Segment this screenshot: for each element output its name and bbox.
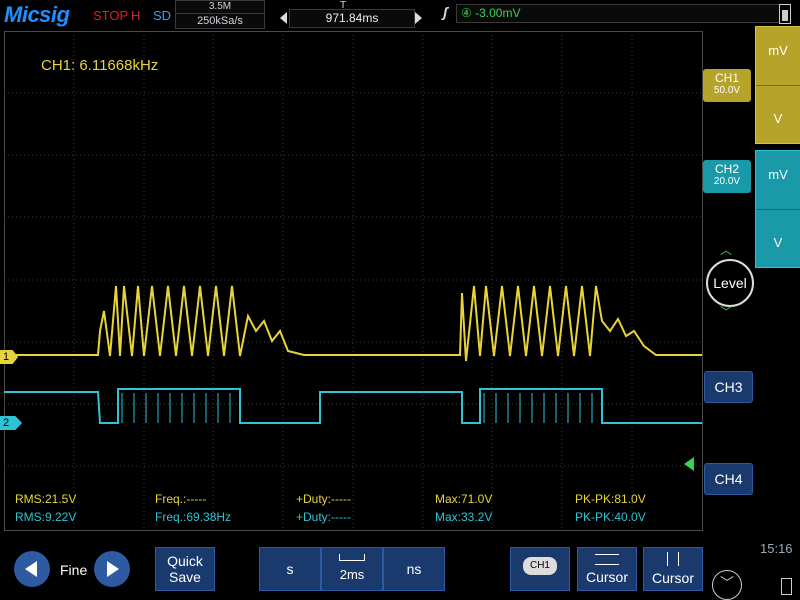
level-down-icon[interactable]: ﹀: [720, 303, 732, 320]
time-right-arrow-icon[interactable]: [415, 12, 422, 24]
ch1-unit-v[interactable]: V: [756, 111, 800, 126]
menu-expand-icon[interactable]: ﹀: [712, 570, 742, 600]
ch1-max: Max:71.0V: [435, 492, 493, 506]
cursor-vertical-button[interactable]: Cursor: [643, 547, 703, 591]
ch2-scale-control[interactable]: mV V: [755, 150, 800, 268]
ch4-button[interactable]: CH4: [704, 463, 753, 495]
cursor-v-label: Cursor: [651, 570, 694, 586]
ch1-scale-control[interactable]: mV V: [755, 26, 800, 144]
ch1-chip: CH1: [523, 557, 557, 575]
ch2-rms: RMS:9.22V: [15, 510, 77, 524]
fine-right-button[interactable]: [94, 551, 130, 587]
h-flag: H: [131, 8, 141, 23]
triangle-left-icon: [25, 561, 37, 577]
vertical-cursor-icon: [667, 552, 679, 566]
ch2-freq: Freq.:69.38Hz: [155, 510, 232, 524]
ch2-unit-v[interactable]: V: [756, 235, 800, 250]
ch2-button[interactable]: CH2 20.0V: [703, 160, 751, 193]
trigger-channel: ④: [461, 6, 472, 20]
ch1-pkpk: PK-PK:81.0V: [575, 492, 646, 506]
time-unit-ns-button[interactable]: ns: [383, 547, 445, 591]
trigger-level-marker-icon[interactable]: [684, 457, 694, 471]
fine-left-button[interactable]: [14, 551, 50, 587]
horizontal-cursor-icon: [595, 554, 619, 565]
ch2-unit-mv[interactable]: mV: [756, 167, 800, 182]
ch1-freq: Freq.:-----: [155, 492, 207, 506]
frequency-readout: CH1: 6.11668kHz: [41, 57, 159, 74]
battery-icon: [779, 4, 791, 24]
ch2-scale: 20.0V: [713, 176, 741, 187]
cursor-horizontal-button[interactable]: Cursor: [577, 547, 637, 591]
brand-logo: Micsig: [4, 2, 70, 27]
time-left-arrow-icon[interactable]: [280, 12, 287, 24]
ch2-label: CH2: [714, 162, 739, 176]
ch1-label: CH1: [714, 71, 739, 85]
quick-save-line1: Quick: [167, 553, 203, 569]
ch2-trace: [4, 388, 702, 424]
run-stop-status[interactable]: STOP: [93, 8, 128, 23]
ch1-scale: 50.0V: [713, 85, 741, 96]
ch1-button[interactable]: CH1 50.0V: [703, 69, 751, 102]
timebase-button[interactable]: 2ms: [321, 547, 383, 591]
time-position[interactable]: 971.84ms: [289, 9, 415, 28]
ch1-duty: +Duty:-----: [296, 492, 351, 506]
trigger-info[interactable]: ④ -3.00mV: [456, 4, 780, 23]
ch2-duty: +Duty:-----: [296, 510, 351, 524]
cursor-h-label: Cursor: [585, 569, 628, 585]
storage-indicator: SD: [153, 8, 172, 23]
ch1-rms: RMS:21.5V: [15, 492, 77, 506]
ch2-pkpk: PK-PK:40.0V: [575, 510, 646, 524]
time-unit-s-button[interactable]: s: [259, 547, 321, 591]
clock: 15:16: [760, 541, 793, 556]
level-up-icon[interactable]: ︿: [720, 241, 732, 258]
timebase-value: 2ms: [339, 567, 365, 582]
quick-save-button[interactable]: Quick Save: [155, 547, 215, 591]
ch2-max: Max:33.2V: [435, 510, 493, 524]
waveform-canvas: [4, 31, 702, 530]
rising-edge-icon: ʃ: [443, 4, 448, 20]
level-knob[interactable]: Level: [706, 259, 754, 307]
ruler-icon: [339, 554, 365, 561]
fine-label: Fine: [60, 562, 88, 578]
ch3-button[interactable]: CH3: [704, 371, 753, 403]
battery-status-icon: [781, 578, 792, 595]
quick-save-line2: Save: [169, 569, 201, 585]
trigger-level: -3.00mV: [475, 6, 521, 20]
sample-rate: 250kSa/s: [175, 13, 265, 29]
triangle-right-icon: [107, 561, 119, 577]
memory-depth[interactable]: 3.5M: [175, 0, 265, 14]
channel-select-button[interactable]: CH1: [510, 547, 570, 591]
ch1-unit-mv[interactable]: mV: [756, 43, 800, 58]
